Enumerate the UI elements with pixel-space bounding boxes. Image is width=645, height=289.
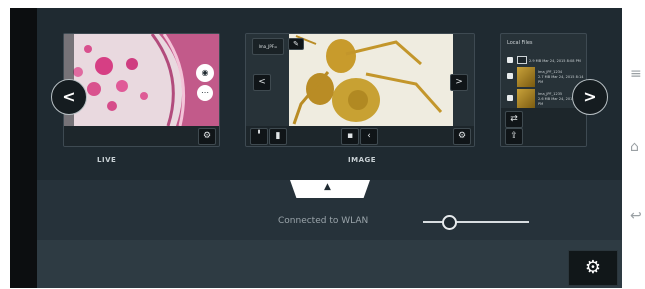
live-card-footer: ⚙: [64, 126, 219, 146]
share-icon: ‹: [367, 131, 371, 141]
image-settings-button[interactable]: ⚙: [453, 128, 471, 145]
menu-icon[interactable]: ≡: [630, 66, 642, 82]
chevron-up-icon: ▲: [324, 182, 331, 192]
gear-icon: ⚙: [457, 131, 467, 141]
edit-button[interactable]: ✎: [288, 38, 304, 50]
home-icon[interactable]: ⌂: [630, 139, 639, 155]
carousel-prev-button[interactable]: <: [51, 79, 87, 115]
files-card-footer: ⇄ ⇪: [501, 108, 586, 146]
settings-button[interactable]: ⚙: [568, 250, 618, 286]
more-options-button[interactable]: ⋯: [197, 85, 213, 101]
folder-icon: [517, 56, 527, 64]
file-detail: 2.9 MB Mar 24, 2015 8:08 PM: [529, 59, 581, 63]
file-thumbnail: [517, 89, 535, 109]
live-settings-button[interactable]: ⚙: [198, 128, 216, 145]
wlan-slider[interactable]: [423, 221, 529, 223]
live-card-label: LIVE: [97, 156, 117, 164]
file-thumbnail: [517, 67, 535, 87]
file-checkbox[interactable]: [507, 57, 513, 63]
image-next-button[interactable]: >: [450, 74, 468, 91]
image-prev-button[interactable]: <: [253, 74, 271, 91]
image-card[interactable]: Ima_JPF= ✎ < > ▮ ▮ ▪ ‹ ⚙: [245, 33, 475, 147]
info-icon: ▮: [275, 131, 281, 141]
capture-button[interactable]: ◉: [196, 64, 214, 82]
live-preview: ◉ ⋯: [64, 34, 219, 126]
image-card-footer: ▮ ▮ ▪ ‹ ⚙: [246, 126, 474, 146]
info-button[interactable]: ▮: [269, 128, 287, 145]
wlan-status: Connected to WLAN: [278, 216, 369, 226]
file-checkbox[interactable]: [507, 73, 513, 79]
live-card[interactable]: ◉ ⋯ ⚙: [63, 33, 220, 147]
save-icon: ▪: [346, 131, 354, 141]
image-card-label: IMAGE: [348, 156, 377, 164]
back-icon[interactable]: ↩: [630, 208, 642, 224]
bottom-panel: [37, 240, 622, 288]
scale-button[interactable]: ▮: [250, 128, 268, 145]
files-header: Local Files: [507, 40, 533, 46]
save-button[interactable]: ▪: [341, 128, 359, 145]
image-preview: Ima_JPF= ✎ < >: [246, 34, 474, 126]
filter-icon: ⇄: [510, 114, 518, 124]
filename-tag: Ima_JPF=: [252, 38, 284, 55]
share-button[interactable]: ‹: [360, 128, 378, 145]
upload-icon: ⇪: [510, 131, 518, 141]
carousel-next-button[interactable]: >: [572, 79, 608, 115]
scale-icon: ▮: [257, 129, 261, 135]
filter-button[interactable]: ⇄: [505, 111, 523, 128]
gear-icon: ⚙: [584, 257, 602, 278]
upload-button[interactable]: ⇪: [505, 128, 523, 145]
gear-icon: ⚙: [202, 131, 212, 141]
wlan-slider-thumb[interactable]: [442, 215, 457, 230]
drawer-handle[interactable]: ▲: [290, 180, 370, 198]
file-checkbox[interactable]: [507, 95, 513, 101]
pencil-icon: ✎: [293, 40, 299, 48]
